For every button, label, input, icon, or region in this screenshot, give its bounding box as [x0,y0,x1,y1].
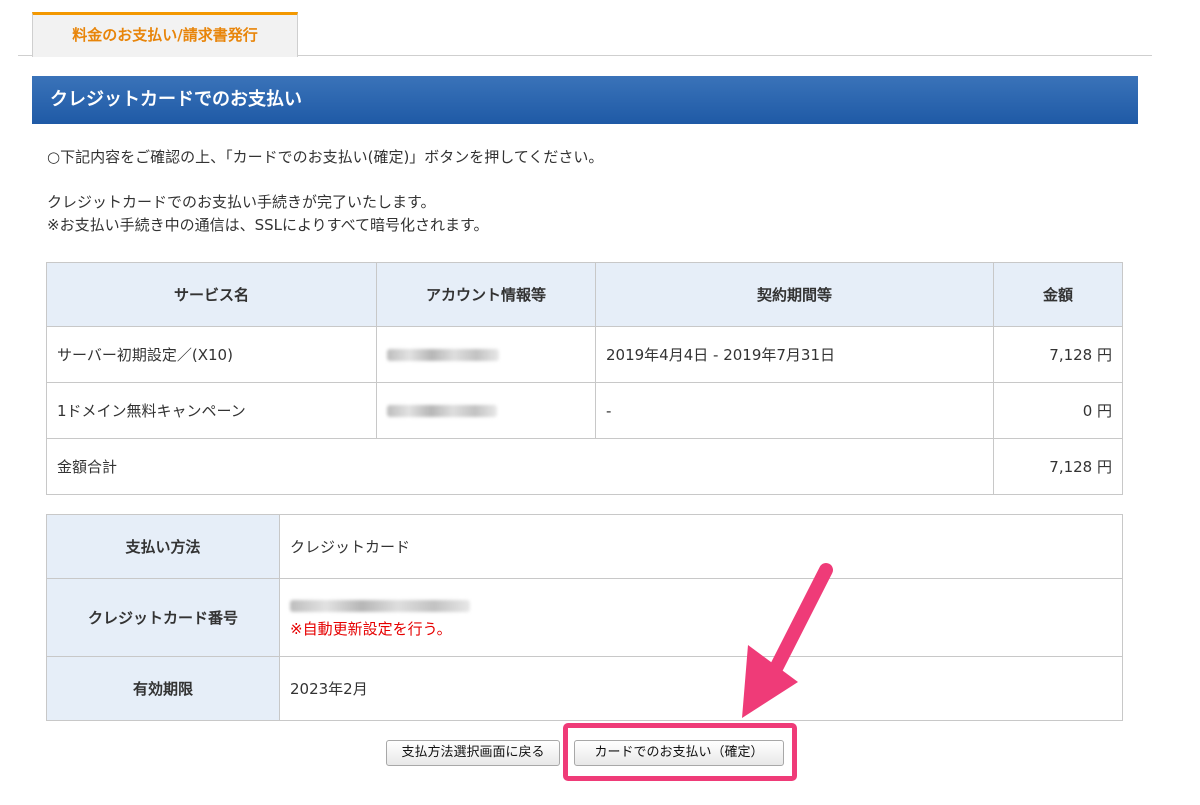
service-name: 1ドメイン無料キャンペーン [46,382,377,439]
contract-period: 2019年4月4日 - 2019年7月31日 [595,326,994,383]
section-header: クレジットカードでのお支払い [32,76,1138,124]
column-header-service: サービス名 [46,262,377,327]
amount: 7,128 円 [993,326,1123,383]
service-name: サーバー初期設定／(X10) [46,326,377,383]
service-table: サービス名 アカウント情報等 契約期間等 金額 サーバー初期設定／(X10) 2… [46,262,1123,495]
card-number-cell: ※自動更新設定を行う。 [279,578,1123,657]
intro-completion-note: クレジットカードでのお支払い手続きが完了いたします。 [47,193,436,211]
expiry-label: 有効期限 [46,656,280,721]
table-row: 1ドメイン無料キャンペーン - 0 円 [46,382,1123,439]
total-row: 金額合計 7,128 円 [46,438,1123,495]
table-row: サーバー初期設定／(X10) 2019年4月4日 - 2019年7月31日 7,… [46,326,1123,383]
payment-method-value: クレジットカード [279,514,1123,579]
intro-text: ○下記内容をご確認の上、「カードでのお支払い(確定)」ボタンを押してください。 … [47,146,603,237]
service-table-header: サービス名 アカウント情報等 契約期間等 金額 [46,262,1123,327]
tab-billing[interactable]: 料金のお支払い/請求書発行 [32,12,298,57]
back-button[interactable]: 支払方法選択画面に戻る [386,740,560,766]
redacted-blur [387,405,497,417]
account-info-redacted [376,326,596,383]
redacted-blur [387,349,499,361]
expiry-value: 2023年2月 [279,656,1123,721]
confirm-payment-button[interactable]: カードでのお支払い（確定） [574,740,784,766]
payment-table: 支払い方法 クレジットカード クレジットカード番号 ※自動更新設定を行う。 有効… [46,514,1123,721]
expiry-row: 有効期限 2023年2月 [46,656,1123,721]
card-number-row: クレジットカード番号 ※自動更新設定を行う。 [46,578,1123,657]
amount: 0 円 [993,382,1123,439]
intro-ssl-note: ※お支払い手続き中の通信は、SSLによりすべて暗号化されます。 [47,216,489,234]
total-label: 金額合計 [46,438,994,495]
column-header-period: 契約期間等 [595,262,994,327]
payment-method-row: 支払い方法 クレジットカード [46,514,1123,579]
account-info-redacted [376,382,596,439]
intro-instruction: ○下記内容をご確認の上、「カードでのお支払い(確定)」ボタンを押してください。 [47,148,604,166]
total-amount: 7,128 円 [993,438,1123,495]
contract-period: - [595,382,994,439]
card-number-label: クレジットカード番号 [46,578,280,657]
auto-renew-notice: ※自動更新設定を行う。 [290,620,452,638]
payment-method-label: 支払い方法 [46,514,280,579]
redacted-card-number [290,599,470,612]
column-header-amount: 金額 [993,262,1123,327]
column-header-account: アカウント情報等 [376,262,596,327]
tab-bar: 料金のお支払い/請求書発行 [18,10,1152,57]
